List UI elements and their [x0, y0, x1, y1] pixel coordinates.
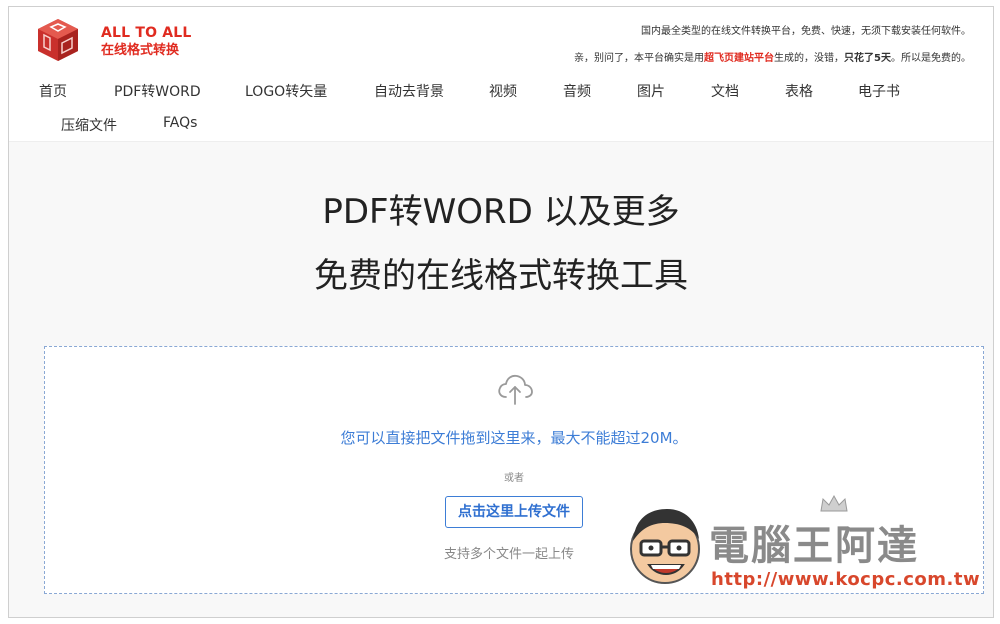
nav-item-ebook[interactable]: 电子书	[858, 81, 900, 101]
site-header: ALL TO ALL 在线格式转换 国内最全类型的在线文件转换平台，免费、快速，…	[9, 7, 993, 141]
notice-line-2: 亲，别问了，本平台确实是用超飞页建站平台生成的，没错，只花了5天。所以是免费的。	[574, 49, 971, 64]
nav-item-archive[interactable]: 压缩文件	[61, 115, 117, 135]
file-dropzone[interactable]: 您可以直接把文件拖到这里来，最大不能超过20M。 或者 点击这里上传文件 支持多…	[44, 346, 984, 594]
builder-link[interactable]: 超飞页建站平台	[704, 53, 774, 64]
or-separator: 或者	[504, 473, 524, 484]
nav-item-remove-bg[interactable]: 自动去背景	[374, 81, 444, 101]
hero-title-line-1: PDF转WORD 以及更多	[322, 192, 680, 232]
hero-title-line-2: 免费的在线格式转换工具	[314, 256, 688, 296]
brand-name-cn: 在线格式转换	[101, 43, 180, 58]
site-logo-icon[interactable]	[35, 17, 81, 63]
brand-name-en: ALL TO ALL	[101, 25, 192, 41]
nav-item-audio[interactable]: 音频	[563, 81, 591, 101]
notice-mid: 生成的，没错，	[774, 53, 845, 64]
nav-item-home[interactable]: 首页	[39, 81, 67, 101]
upload-file-button[interactable]: 点击这里上传文件	[445, 496, 583, 528]
notice-prefix: 亲，别问了，本平台确实是用	[574, 53, 705, 64]
nav-item-logo-vector[interactable]: LOGO转矢量	[245, 81, 327, 101]
cloud-upload-icon	[498, 374, 533, 405]
nav-item-pdf-to-word[interactable]: PDF转WORD	[114, 81, 201, 101]
notice-suffix: 。所以是免费的。	[891, 53, 971, 64]
drop-instructions: 您可以直接把文件拖到这里来，最大不能超过20M。	[340, 429, 688, 447]
nav-item-spreadsheet[interactable]: 表格	[785, 81, 813, 101]
multi-upload-hint: 支持多个文件一起上传	[444, 547, 575, 562]
main-content: PDF转WORD 以及更多 免费的在线格式转换工具 您可以直接把文件拖到这里来，…	[9, 141, 993, 617]
nav-item-video[interactable]: 视频	[489, 81, 517, 101]
brand-text[interactable]: ALL TO ALL 在线格式转换	[101, 25, 192, 59]
nav-item-image[interactable]: 图片	[637, 81, 665, 101]
nav-item-document[interactable]: 文档	[711, 81, 739, 101]
notice-line-1: 国内最全类型的在线文件转换平台，免费、快速，无须下载安装任何软件。	[641, 26, 971, 37]
browser-frame: ALL TO ALL 在线格式转换 国内最全类型的在线文件转换平台，免费、快速，…	[8, 6, 994, 618]
notice-bold: 只花了5天	[844, 53, 891, 64]
nav-item-faqs[interactable]: FAQs	[163, 115, 197, 131]
